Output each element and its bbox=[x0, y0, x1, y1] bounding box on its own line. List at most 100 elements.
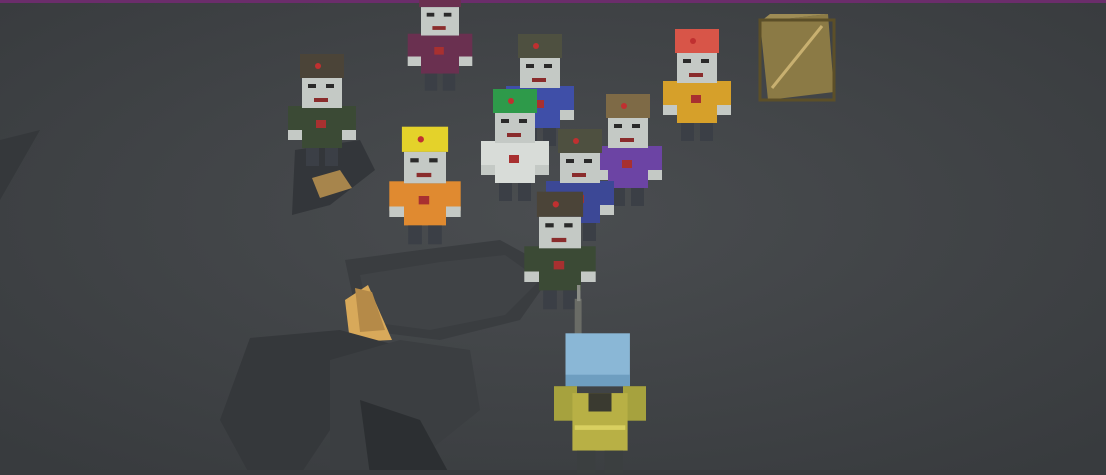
right-hand bbox=[581, 271, 596, 282]
left-arm bbox=[389, 181, 404, 211]
right-hand bbox=[459, 56, 473, 66]
right-arm bbox=[459, 33, 473, 61]
head bbox=[495, 113, 535, 143]
left-arm bbox=[524, 246, 539, 276]
left-arm bbox=[407, 33, 421, 61]
right-leg bbox=[428, 225, 442, 245]
right-eye bbox=[429, 158, 438, 163]
hat-icon bbox=[536, 191, 584, 217]
torso bbox=[421, 35, 459, 74]
right-leg bbox=[700, 123, 713, 141]
wooden-crate[interactable] bbox=[758, 14, 836, 102]
left-arm bbox=[288, 106, 302, 134]
hat-badge bbox=[690, 38, 696, 44]
right-leg bbox=[631, 188, 644, 206]
right-eye bbox=[584, 159, 592, 163]
mouth bbox=[532, 78, 546, 82]
left-hand bbox=[481, 165, 495, 175]
left-eye bbox=[566, 159, 574, 163]
left-hand bbox=[389, 206, 404, 217]
left-eye bbox=[545, 223, 554, 228]
ground-bottom-shade bbox=[0, 470, 1106, 475]
hat-icon bbox=[419, 0, 461, 8]
mouth bbox=[507, 133, 521, 137]
blood-stain bbox=[622, 160, 632, 168]
blood-stain bbox=[509, 155, 519, 163]
blood-stain bbox=[434, 47, 444, 55]
hat-icon bbox=[675, 29, 719, 53]
left-leg bbox=[681, 123, 694, 141]
hat-icon bbox=[401, 126, 449, 152]
right-arm bbox=[446, 181, 461, 211]
left-hand bbox=[524, 271, 539, 282]
right-hand bbox=[535, 165, 549, 175]
left-leg bbox=[577, 450, 596, 474]
mouth bbox=[551, 237, 567, 243]
collar bbox=[588, 393, 612, 412]
hat-icon bbox=[493, 89, 537, 113]
left-leg bbox=[543, 290, 557, 310]
mouth bbox=[620, 138, 634, 142]
left-eye bbox=[526, 64, 534, 68]
left-eye bbox=[410, 158, 419, 163]
mouth bbox=[432, 26, 446, 30]
head bbox=[404, 151, 446, 184]
right-arm bbox=[648, 146, 662, 174]
top-edge bbox=[0, 0, 1106, 3]
right-leg bbox=[583, 223, 596, 241]
right-leg bbox=[442, 73, 456, 91]
right-hand bbox=[342, 130, 356, 140]
right-arm bbox=[560, 86, 574, 114]
hat-icon bbox=[558, 129, 602, 153]
left-eye bbox=[426, 12, 435, 17]
blood-stain bbox=[418, 196, 430, 205]
right-leg bbox=[325, 148, 338, 166]
mouth bbox=[689, 73, 703, 77]
right-eye bbox=[443, 12, 452, 17]
left-leg bbox=[424, 73, 438, 91]
rifle-barrel bbox=[577, 285, 581, 302]
left-hand bbox=[288, 130, 302, 140]
hat-badge bbox=[417, 136, 424, 143]
right-eye bbox=[701, 59, 709, 63]
hat-icon bbox=[606, 94, 650, 118]
left-eye bbox=[614, 124, 622, 128]
hat-badge bbox=[573, 138, 579, 144]
left-hand bbox=[407, 56, 421, 66]
head bbox=[608, 118, 648, 148]
hat-badge bbox=[508, 98, 514, 104]
head bbox=[539, 216, 581, 249]
blood-stain bbox=[316, 120, 326, 128]
helmet-brim bbox=[565, 374, 630, 387]
right-eye bbox=[564, 223, 573, 228]
hat-icon bbox=[300, 54, 344, 78]
head bbox=[302, 78, 342, 108]
right-eye bbox=[519, 119, 527, 123]
right-hand bbox=[600, 205, 614, 215]
mouth bbox=[572, 173, 586, 177]
vest-stripe bbox=[574, 425, 626, 430]
right-hand bbox=[648, 170, 662, 180]
mouth bbox=[416, 172, 432, 178]
right-arm bbox=[535, 141, 549, 169]
head bbox=[421, 7, 459, 36]
right-hand bbox=[717, 105, 731, 115]
left-eye bbox=[308, 84, 316, 88]
right-arm bbox=[342, 106, 356, 134]
mouth bbox=[314, 98, 328, 102]
hat-badge bbox=[552, 201, 559, 208]
left-hand bbox=[663, 105, 677, 115]
game-viewport[interactable] bbox=[0, 0, 1106, 475]
left-arm bbox=[481, 141, 495, 169]
right-arm bbox=[581, 246, 596, 276]
blood-stain bbox=[553, 261, 565, 270]
right-leg bbox=[604, 450, 623, 474]
head bbox=[520, 58, 560, 88]
right-hand bbox=[446, 206, 461, 217]
hat-badge bbox=[621, 103, 627, 109]
right-eye bbox=[544, 64, 552, 68]
left-eye bbox=[683, 59, 691, 63]
right-hand bbox=[560, 110, 574, 120]
left-arm bbox=[663, 81, 677, 109]
hat-badge bbox=[533, 43, 539, 49]
